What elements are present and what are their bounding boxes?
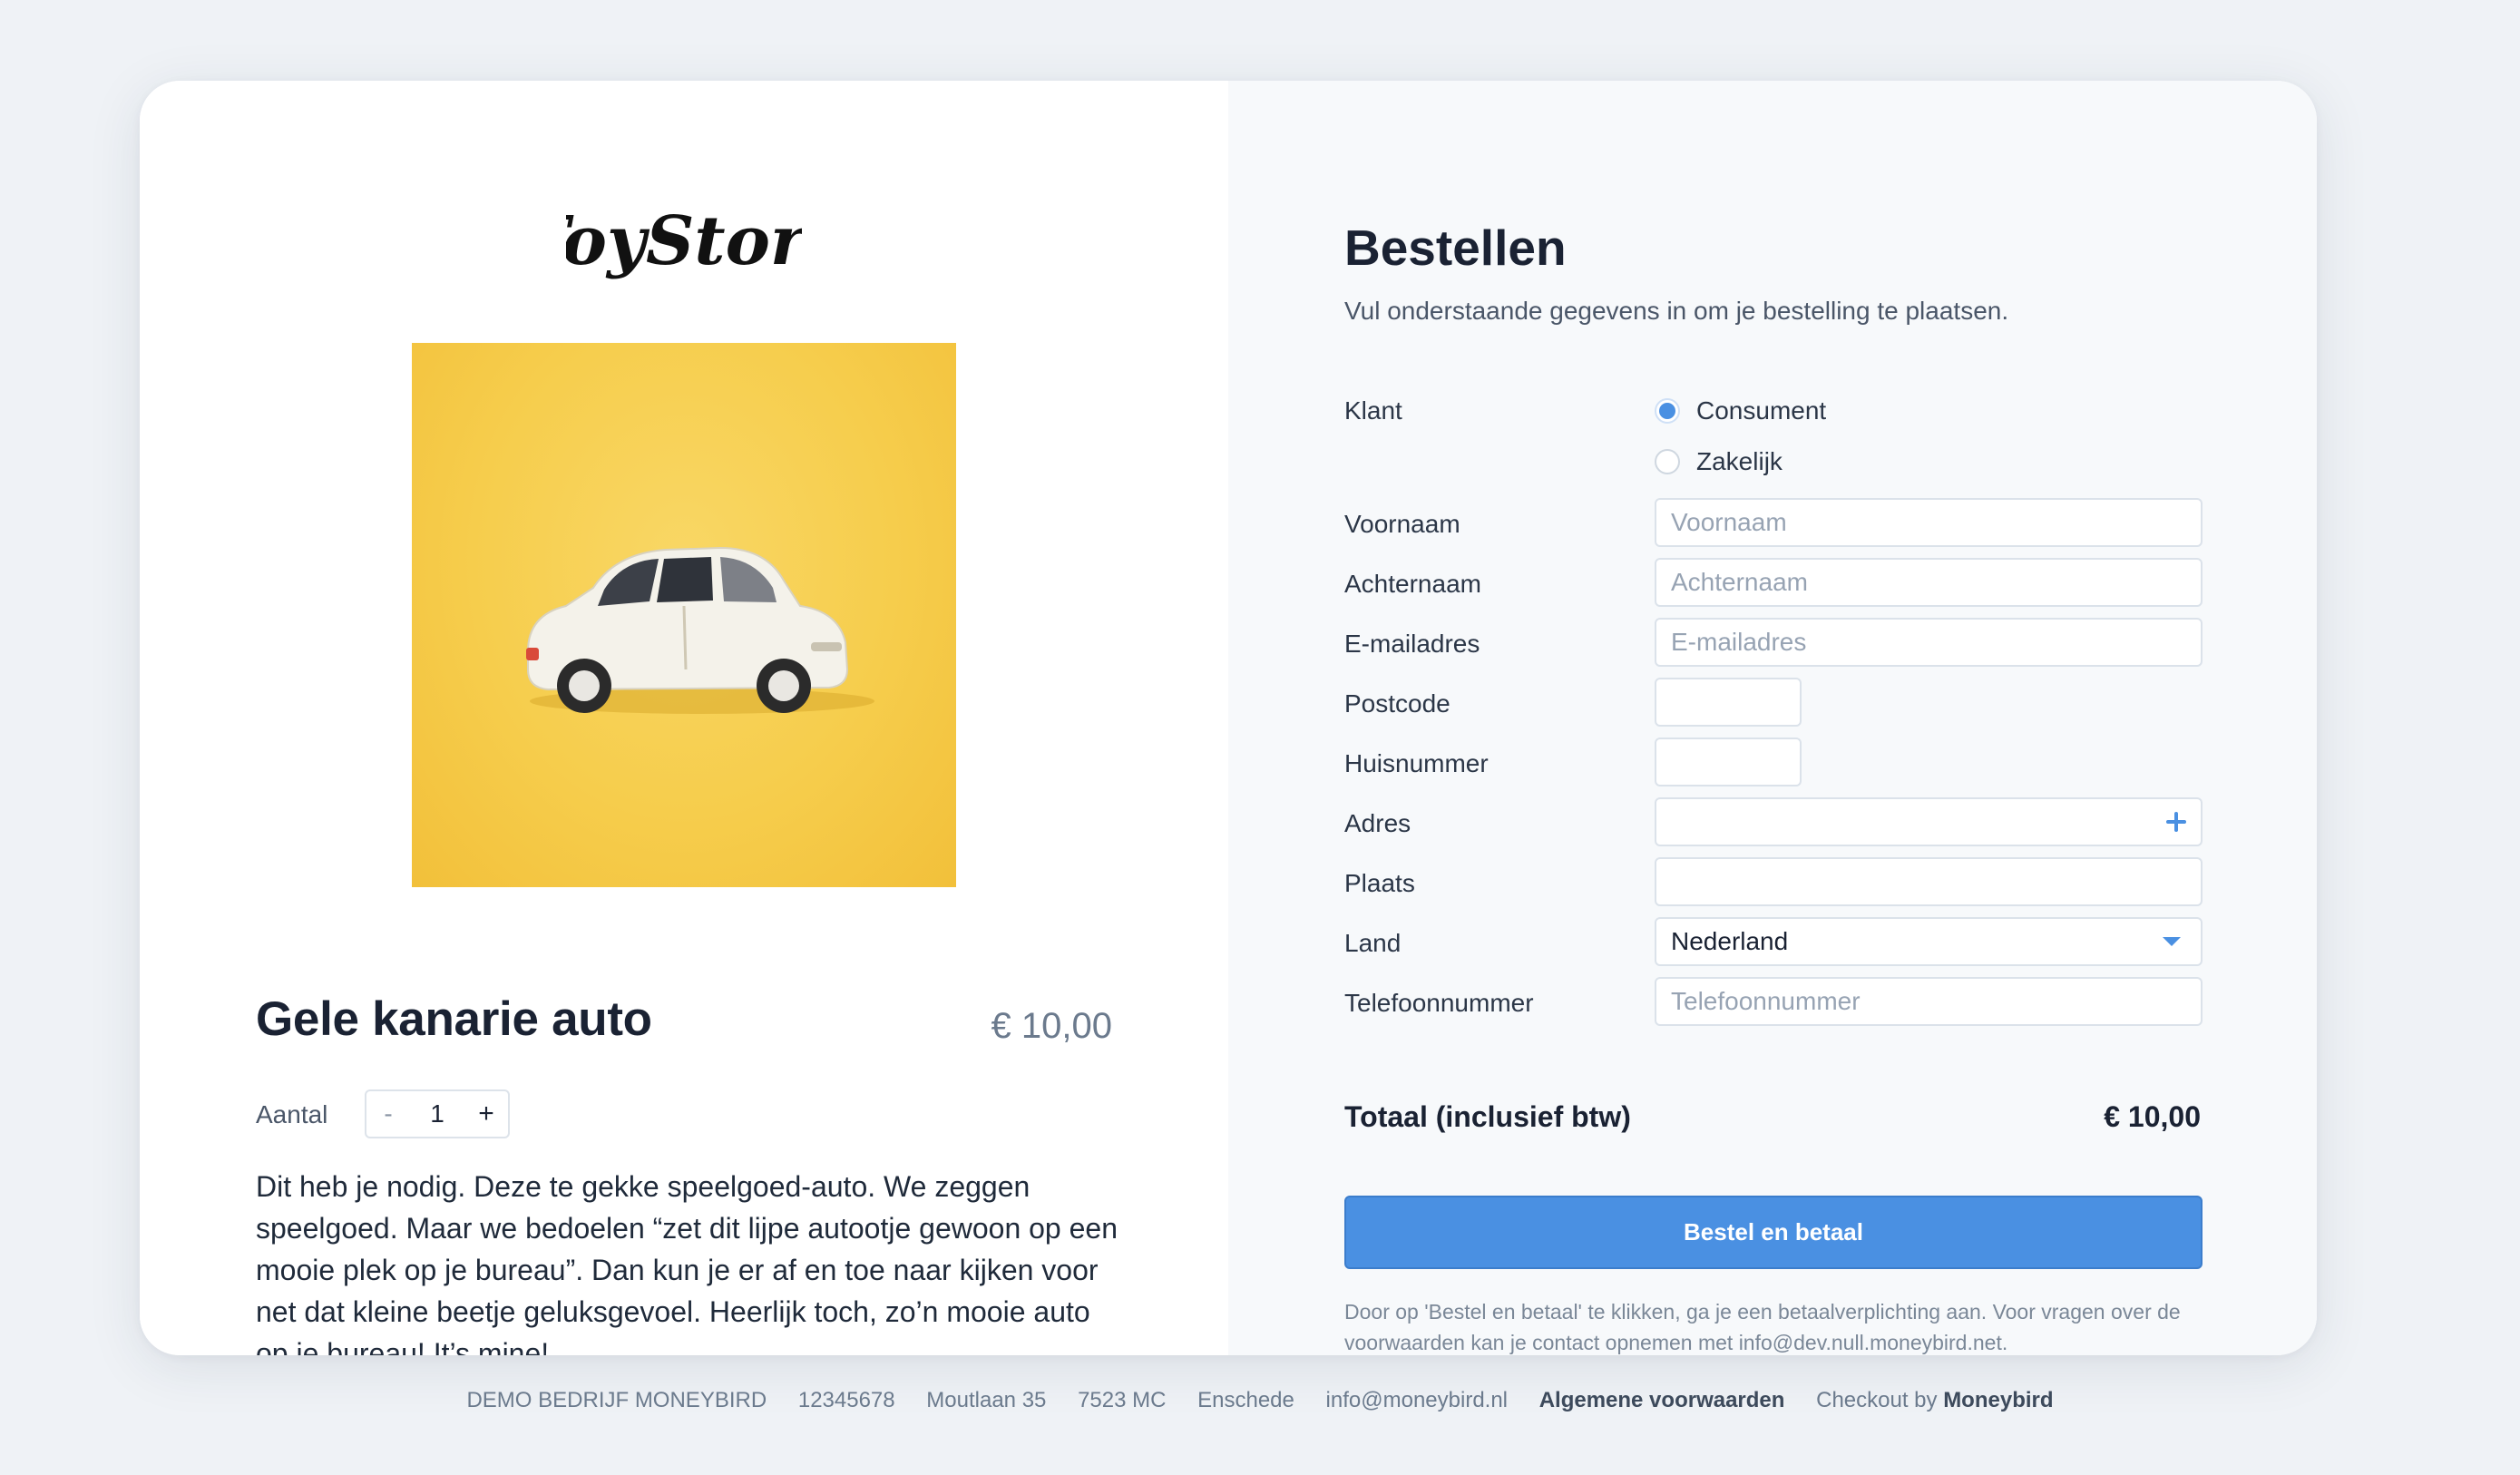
email-label: E-mailadres [1344,630,1480,658]
radio-consument-label[interactable]: Consument [1696,396,1826,425]
phone-input[interactable] [1655,977,2203,1026]
product-price: € 10,00 [991,1006,1112,1046]
radio-checked-icon[interactable] [1655,398,1680,424]
house-number-label: Huisnummer [1344,749,1489,777]
footer-street: Moutlaan 35 [926,1388,1047,1412]
payment-disclaimer: Door op 'Bestel en betaal' te klikken, g… [1344,1300,2181,1354]
first-name-input[interactable] [1655,498,2203,547]
form-subtitle: Vul onderstaande gegevens in om je beste… [1344,297,2009,325]
email-input[interactable] [1655,618,2203,667]
quantity-value[interactable]: 1 [410,1099,464,1128]
footer-company: DEMO BEDRIJF MONEYBIRD [466,1388,767,1412]
total-label: Totaal (inclusief btw) [1344,1100,1631,1133]
store-logo: ToyStore [140,171,1228,317]
footer-postcode: 7523 MC [1078,1388,1167,1412]
last-name-input[interactable] [1655,558,2203,607]
quantity-label: Aantal [256,1100,328,1128]
address-label: Adres [1344,809,1411,837]
product-title: Gele kanarie auto [256,992,652,1046]
order-and-pay-button[interactable]: Bestel en betaal [1344,1196,2203,1269]
toy-car-icon [526,546,874,714]
footer-city: Enschede [1197,1388,1294,1412]
address-field [1655,797,2203,846]
footer-email: info@moneybird.nl [1325,1388,1509,1412]
radio-zakelijk-label[interactable]: Zakelijk [1696,447,1783,476]
last-name-label: Achternaam [1344,570,1481,598]
add-address-plus-icon[interactable] [2161,806,2192,837]
postcode-input[interactable] [1655,678,1802,727]
phone-label: Telefoonnummer [1344,989,1534,1017]
quantity-increase-button[interactable]: + [464,1099,508,1129]
house-number-input[interactable] [1655,738,1802,786]
quantity-decrease-button[interactable]: - [366,1099,410,1128]
footer-checkout-credit: Checkout by Moneybird [1816,1388,2053,1412]
footer: DEMO BEDRIJF MONEYBIRD 12345678 Moutlaan… [0,1388,2520,1413]
product-description: Dit heb je nodig. Deze te gekke speelgoe… [256,1170,1118,1355]
form-title: Bestellen [1344,220,1567,276]
product-panel: ToyStore Gele kanarie auto € 10,00 Aanta… [140,81,1228,1355]
radio-consument[interactable]: Consument [1655,396,1826,425]
address-input[interactable] [1655,797,2203,846]
first-name-label: Voornaam [1344,510,1460,538]
radio-unchecked-icon[interactable] [1655,449,1680,474]
city-label: Plaats [1344,869,1415,897]
quantity-stepper[interactable]: - 1 + [365,1089,510,1138]
checkout-prefix: Checkout by [1816,1388,1938,1412]
svg-text:ToyStore: ToyStore [566,202,802,280]
radio-zakelijk[interactable]: Zakelijk [1655,447,1783,476]
country-selected-value[interactable]: Nederland [1671,927,2163,956]
city-input[interactable] [1655,857,2203,906]
product-image [412,343,956,887]
chevron-down-icon[interactable] [2163,937,2181,946]
footer-number: 12345678 [797,1388,895,1412]
order-form-panel: Bestellen Vul onderstaande gegevens in o… [1228,81,2317,1355]
terms-link[interactable]: Algemene voorwaarden [1539,1388,1785,1412]
toystore-logo-icon: ToyStore [566,202,802,280]
checkout-card: ToyStore Gele kanarie auto € 10,00 Aanta… [140,81,2317,1355]
postcode-label: Postcode [1344,689,1450,718]
country-select[interactable]: Nederland [1655,917,2203,966]
total-value: € 10,00 [2104,1100,2201,1133]
moneybird-brand: Moneybird [1943,1388,2054,1412]
customer-type-label: Klant [1344,396,1402,425]
country-label: Land [1344,929,1402,957]
